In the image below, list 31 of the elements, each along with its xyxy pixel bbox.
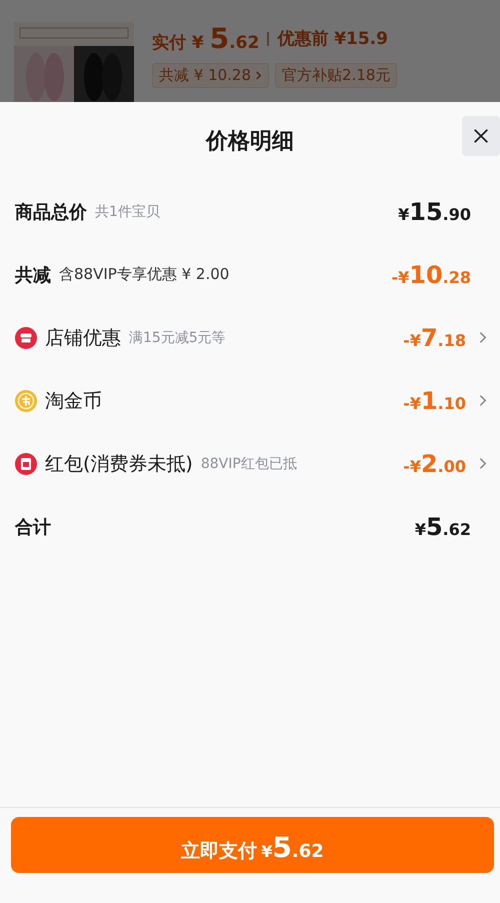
amount: ¥15.90 [398, 198, 471, 226]
row-note: 含88VIP专享优惠 ¥ 2.00 [59, 265, 230, 284]
chevron-icon[interactable] [478, 457, 487, 470]
coin-icon [15, 390, 37, 412]
amount: -¥7.18 [403, 324, 466, 352]
amount: -¥1.10 [403, 386, 466, 414]
row-label: 商品总价 [15, 200, 87, 224]
close-icon [472, 127, 490, 145]
chevron-icon[interactable] [478, 331, 487, 344]
chevron-icon [255, 70, 262, 81]
chevron-icon[interactable] [478, 394, 487, 407]
store-icon [15, 326, 37, 348]
discount-tag: 官方补贴2.18元 [275, 63, 398, 88]
pay-button[interactable]: 立即支付 ¥5.62 [11, 817, 494, 873]
row-label: 红包(消费券未抵) [45, 452, 193, 476]
row-label: 合计 [15, 516, 51, 538]
row-label: 店铺优惠 [45, 326, 121, 350]
sheet-title: 价格明细 [206, 128, 294, 156]
envelope-icon [15, 452, 37, 474]
row-note: 88VIP红包已抵 [200, 454, 297, 472]
amount: ¥5.62 [414, 512, 471, 540]
row-note: 共1件宝贝 [95, 202, 160, 220]
amount: -¥10.28 [391, 260, 471, 288]
row-label: 淘金币 [45, 388, 102, 414]
amount: -¥2.00 [403, 450, 466, 478]
row-label: 共减 [15, 264, 51, 286]
close-button[interactable] [462, 116, 500, 156]
row-note: 满15元减5元等 [129, 328, 226, 346]
original-price: 优惠前 ¥15.9 [277, 28, 388, 50]
discount-tag[interactable]: 共减 ¥ 10.28 [152, 63, 270, 88]
paid-price: 实付 ¥ 5.62 [152, 22, 260, 55]
